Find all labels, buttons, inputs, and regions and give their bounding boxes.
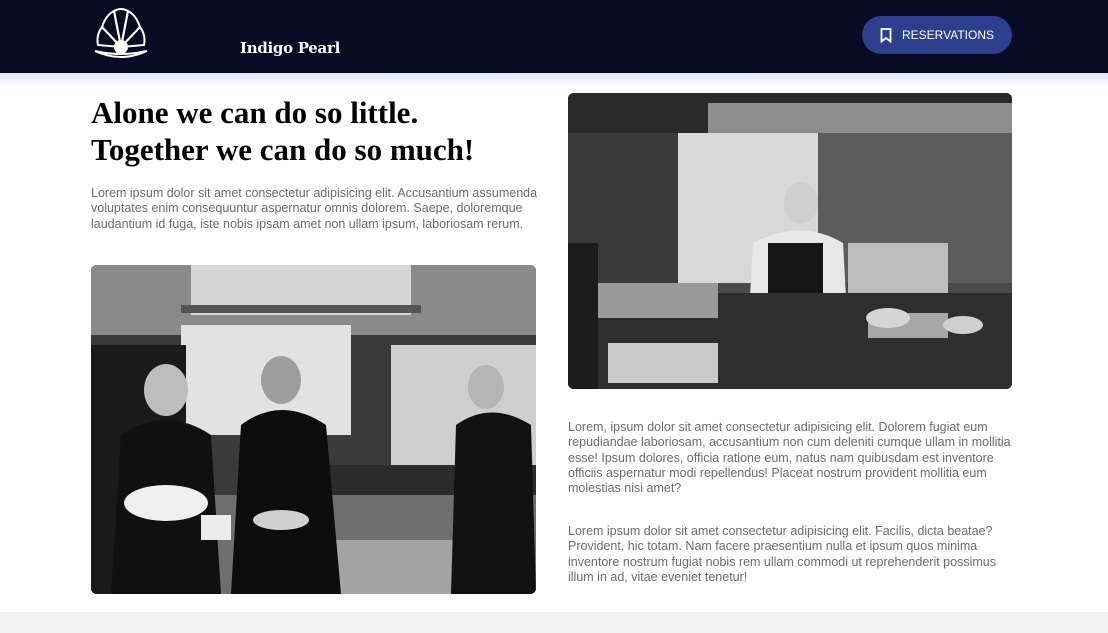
site-header: Indigo Pearl RESERVATIONS xyxy=(0,0,1108,73)
page-headline: Alone we can do so little. Together we c… xyxy=(91,94,551,168)
bookmark-icon xyxy=(880,27,892,43)
body-paragraph-2: Lorem ipsum dolor sit amet consectetur a… xyxy=(568,524,996,584)
reservations-button[interactable]: RESERVATIONS xyxy=(862,16,1012,54)
shell-pearl-icon xyxy=(94,8,148,58)
footer-strip xyxy=(0,612,1108,633)
team-kitchen-photo xyxy=(91,265,536,594)
brand-logo[interactable]: Indigo Pearl xyxy=(92,7,340,63)
headline-line-1: Alone we can do so little. xyxy=(91,95,419,130)
brand-name: Indigo Pearl xyxy=(240,39,340,57)
body-paragraph-1: Lorem, ipsum dolor sit amet consectetur … xyxy=(568,420,1011,496)
headline-line-2: Together we can do so much! xyxy=(91,132,475,167)
intro-paragraph: Lorem ipsum dolor sit amet consectetur a… xyxy=(91,186,538,231)
header-shadow xyxy=(0,73,1108,87)
reservations-label: RESERVATIONS xyxy=(901,28,995,42)
chef-kitchen-photo xyxy=(568,93,1012,389)
